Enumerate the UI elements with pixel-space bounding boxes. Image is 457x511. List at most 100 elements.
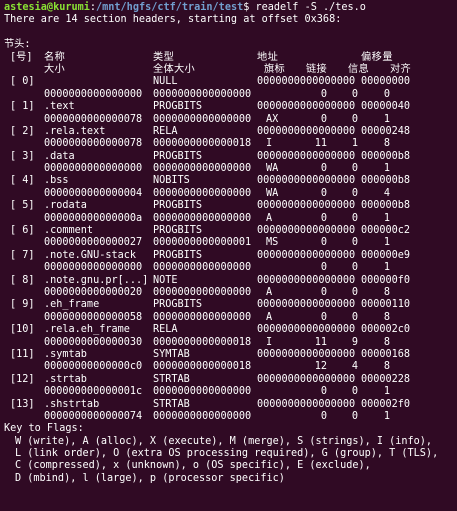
section-row: [ 0] NULL 0000000000000000 00000000 [4, 76, 454, 88]
header-info: 信息 [348, 63, 369, 75]
section-entsize: 0000000000000000 [153, 212, 252, 224]
section-row: [ 7] .note.GNU-stack PROGBITS 0000000000000… [4, 250, 454, 262]
section-row: [ 3] .data PROGBITS 0000000000000000 000000b… [4, 151, 454, 163]
section-row-details: 0000000000000000 0000000000000000 0 0 1 [4, 262, 454, 274]
section-offset: 000000f0 [361, 274, 411, 286]
section-address: 0000000000000000 [257, 76, 356, 88]
section-index: [ 1] [10, 101, 35, 113]
section-row-details: 0000000000000027 0000000000000001 MS 0 0 1 [4, 237, 454, 249]
section-row: [11] .symtab SYMTAB 0000000000000000 0000016… [4, 349, 454, 361]
section-type: STRTAB [153, 398, 190, 410]
header-name: 名称 [44, 51, 66, 63]
section-type: RELA [153, 125, 178, 137]
section-name: .note.gnu.pr[...] [44, 274, 149, 286]
section-info: 9 [351, 336, 358, 348]
section-name: .shstrtab [44, 398, 100, 410]
key-line: L (link order), O (extra OS processing r… [15, 448, 439, 460]
section-size: 0000000000000027 [44, 237, 143, 249]
section-address: 0000000000000000 [257, 299, 356, 311]
section-name: .note.GNU-stack [44, 249, 137, 261]
header-offset: 偏移量 [361, 51, 394, 63]
section-index: [ 7] [10, 249, 35, 261]
terminal-window[interactable]: astesia@kurumi:/mnt/hgfs/ctf/train/test$… [0, 0, 457, 511]
section-align: 8 [383, 361, 390, 373]
section-link: 0 [320, 212, 327, 224]
section-size: 0000000000000020 [44, 286, 143, 298]
section-link: 0 [320, 88, 327, 100]
section-align: 8 [383, 138, 390, 150]
prompt-user-host: astesia@kurumi [4, 2, 90, 13]
section-size: 0000000000000000 [44, 163, 143, 175]
section-index: [ 2] [10, 125, 35, 137]
section-info: 0 [351, 212, 358, 224]
section-address: 0000000000000000 [257, 398, 356, 410]
section-align: 1 [383, 163, 390, 175]
key-line: W (write), A (alloc), X (execute), M (me… [15, 435, 433, 447]
section-row-details: 0000000000000030 0000000000000018 I 11 9 8 [4, 337, 454, 349]
section-align: 4 [383, 187, 390, 199]
header-size: 大小 [44, 63, 65, 75]
section-entsize: 0000000000000000 [153, 163, 252, 175]
section-size: 0000000000000000 [44, 262, 143, 274]
section-row: [ 4] .bss NOBITS 0000000000000000 000000b8 [4, 175, 454, 187]
key-title: Key to Flags: [4, 423, 84, 435]
prompt-path: /mnt/hgfs/ctf/train/test [96, 2, 244, 13]
section-size: 0000000000000058 [44, 311, 143, 323]
section-flags: I [266, 138, 273, 150]
section-name: .rela.text [44, 125, 106, 137]
section-flags: MS [266, 237, 279, 249]
section-address: 0000000000000000 [257, 101, 356, 113]
section-flags: A [266, 212, 273, 224]
section-type: PROGBITS [153, 249, 203, 261]
section-row: [ 6] .comment PROGBITS 0000000000000000 0000… [4, 225, 454, 237]
section-align: 1 [383, 262, 390, 274]
section-name: .symtab [44, 348, 87, 360]
section-entsize: 0000000000000001 [153, 237, 252, 249]
section-entsize: 0000000000000000 [153, 410, 252, 422]
section-link: 11 [314, 138, 327, 150]
section-address: 0000000000000000 [257, 324, 356, 336]
section-address: 0000000000000000 [257, 348, 356, 360]
section-entsize: 0000000000000018 [153, 138, 252, 150]
section-offset: 000002c0 [361, 324, 411, 336]
section-align: 1 [383, 113, 390, 125]
section-link: 0 [320, 163, 327, 175]
section-align: 1 [383, 410, 390, 422]
section-info: 0 [351, 286, 358, 298]
section-row-details: 0000000000000000 0000000000000000 0 0 0 [4, 89, 454, 101]
section-row: [ 1] .text PROGBITS 0000000000000000 0000004… [4, 101, 454, 113]
section-info: 0 [351, 163, 358, 175]
header-row-2: 大小 全体大小 旗标 链接 信息 对齐 [4, 64, 454, 76]
section-type: PROGBITS [153, 150, 203, 162]
section-size: 0000000000000078 [44, 138, 143, 150]
section-size: 0000000000000074 [44, 410, 143, 422]
section-link: 0 [320, 311, 327, 323]
section-name: .strtab [44, 373, 87, 385]
section-entsize: 0000000000000000 [153, 88, 252, 100]
section-info: 1 [351, 138, 358, 150]
header-type: 类型 [153, 51, 175, 63]
command-line: astesia@kurumi:/mnt/hgfs/ctf/train/test$… [4, 2, 454, 14]
section-link: 0 [320, 410, 327, 422]
section-align: 8 [383, 286, 390, 298]
section-info: 0 [351, 187, 358, 199]
section-offset: 00000228 [361, 373, 411, 385]
section-link: 0 [320, 286, 327, 298]
section-offset: 00000040 [361, 101, 411, 113]
section-name: .bss [44, 175, 69, 187]
section-row-details: 0000000000000078 0000000000000018 I 11 1 8 [4, 138, 454, 150]
section-name: .rela.eh_frame [44, 324, 130, 336]
section-row-details: 00000000000000c0 0000000000000018 12 4 8 [4, 361, 454, 373]
section-size: 000000000000001c [44, 386, 143, 398]
section-entsize: 0000000000000000 [153, 113, 252, 125]
section-type: NULL [153, 76, 178, 88]
section-offset: 000000b8 [361, 150, 411, 162]
section-link: 0 [320, 237, 327, 249]
section-name: .text [44, 101, 75, 113]
section-info: 4 [351, 361, 358, 373]
key-line: C (compressed), x (unknown), o (OS speci… [15, 460, 371, 472]
section-index: [11] [10, 348, 35, 360]
section-type: PROGBITS [153, 225, 203, 237]
section-row-details: 0000000000000058 0000000000000000 A 0 0 8 [4, 312, 454, 324]
command-text: readelf -S ./tes.o [255, 2, 366, 13]
